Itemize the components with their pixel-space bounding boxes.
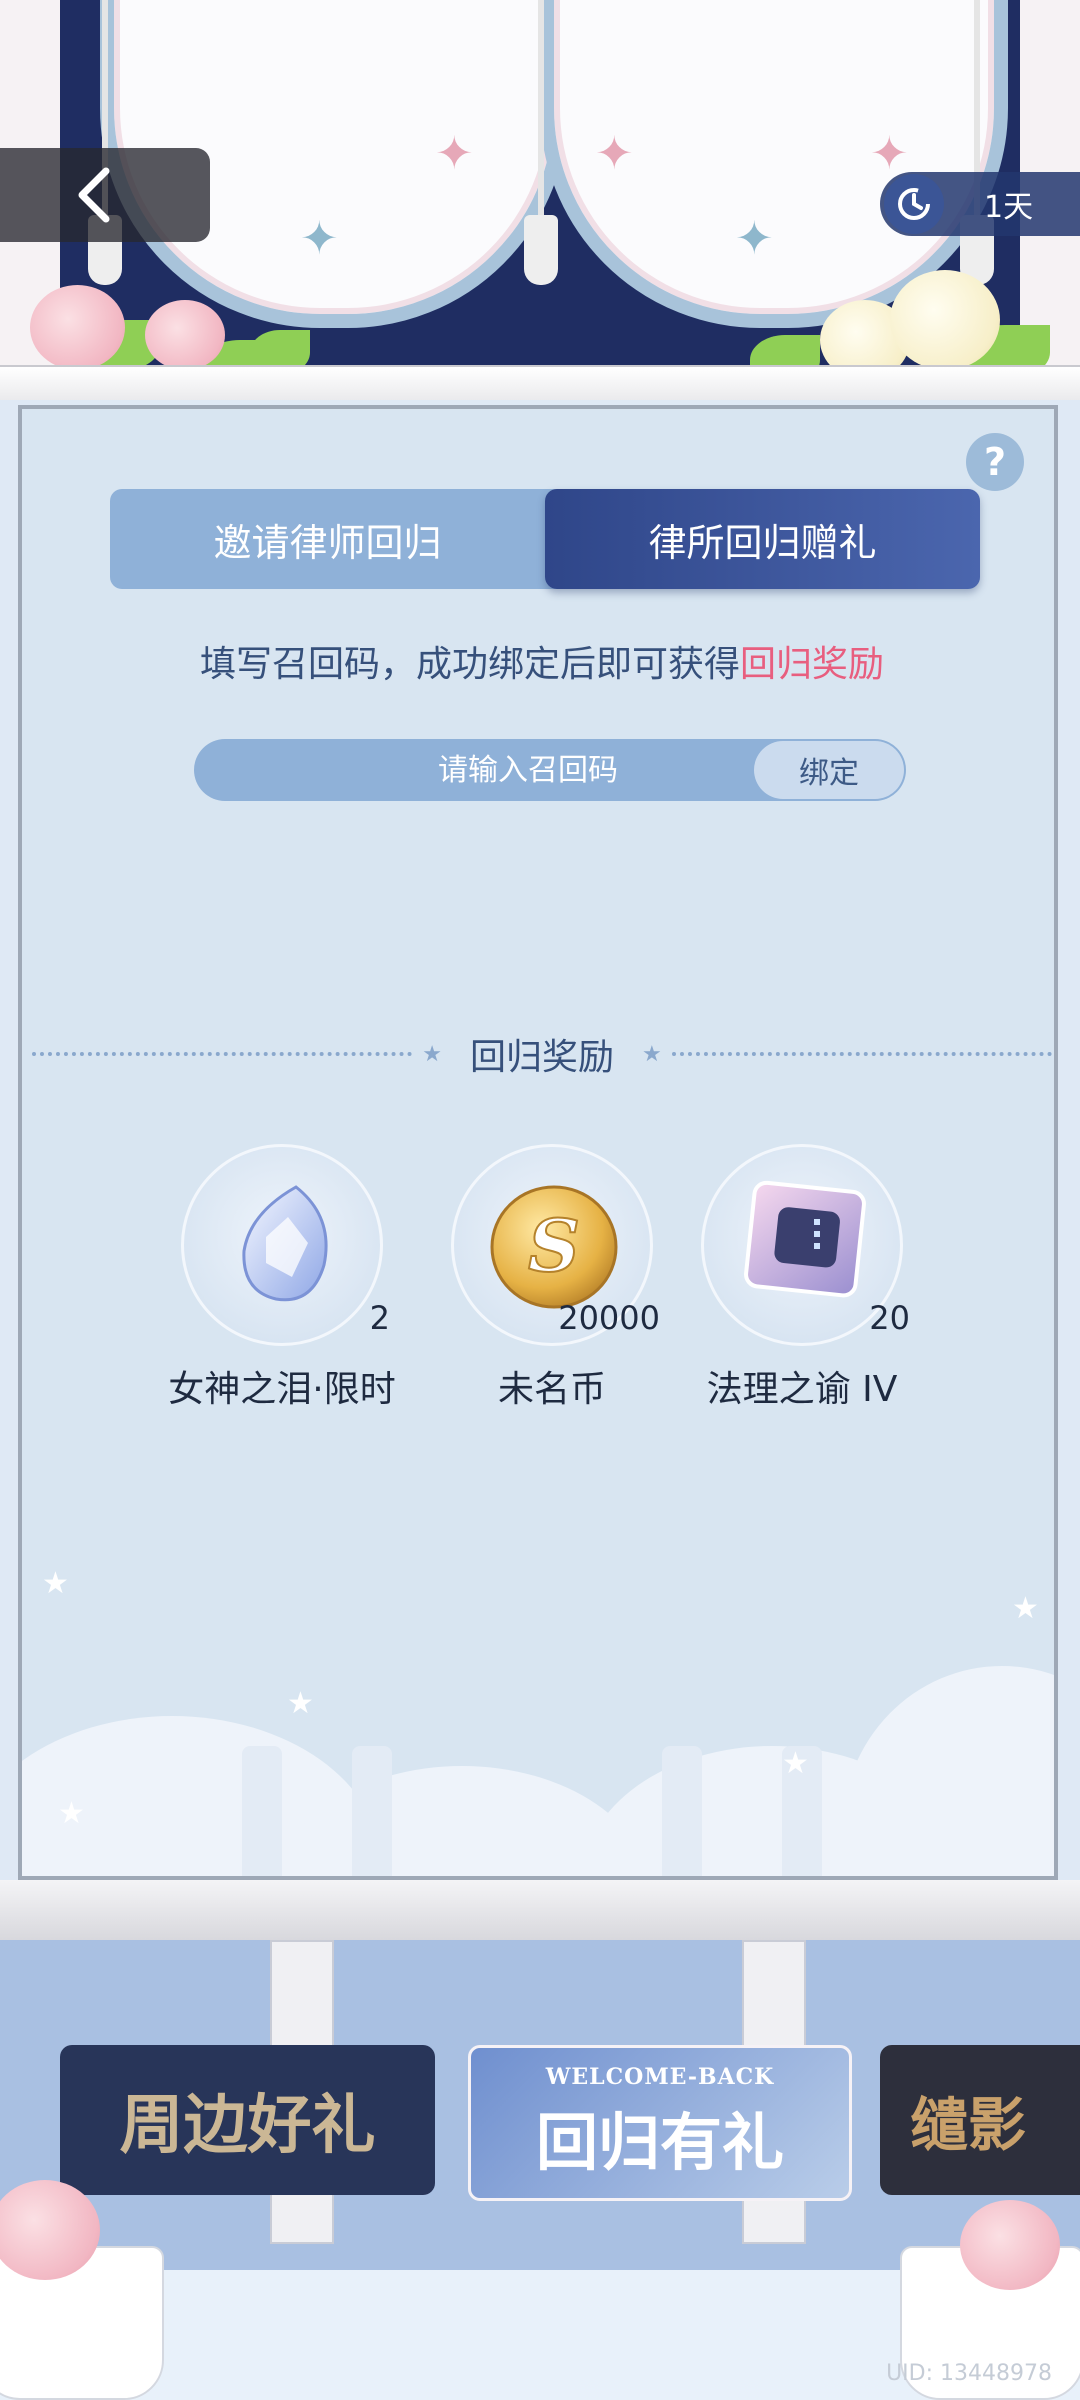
divider — [671, 1052, 1053, 1056]
star-decoration: ✦ — [735, 211, 774, 265]
bind-description: 填写召回码，成功绑定后即可获得回归奖励 — [22, 635, 1062, 687]
reward-count: 20 — [869, 1299, 910, 1337]
star-icon: ★ — [422, 1041, 442, 1067]
banner-label: 回归有礼 — [535, 2106, 784, 2179]
star-decoration: ✦ — [870, 126, 909, 180]
description-text: 填写召回码，成功绑定后即可获得 — [199, 644, 740, 685]
reward-count: 20000 — [558, 1299, 660, 1337]
sparkle-icon: ★ — [287, 1686, 314, 1721]
chevron-left-icon — [78, 167, 110, 223]
pillar — [352, 1746, 392, 1876]
bind-button[interactable]: 绑定 — [754, 741, 904, 799]
banner-merch-gift[interactable]: 周边好礼 — [60, 2045, 435, 2195]
tab-bar: 邀请律师回归 律所回归赠礼 — [110, 489, 980, 589]
back-button[interactable] — [0, 148, 210, 242]
divider — [32, 1052, 413, 1056]
star-icon: ★ — [642, 1041, 662, 1067]
section-title: 回归奖励 — [470, 1037, 615, 1078]
tab-return-gift[interactable]: 律所回归赠礼 — [545, 489, 980, 589]
sparkle-icon: ★ — [58, 1796, 85, 1831]
reward-icon-frame: S 20000 — [451, 1144, 660, 1346]
bottom-sill — [0, 1880, 1080, 1943]
description-highlight: 回归奖励 — [740, 644, 885, 685]
pillar — [662, 1746, 702, 1876]
clock-icon — [884, 174, 944, 234]
banner-third[interactable]: 缱影 — [880, 2045, 1080, 2195]
timer-text: 1天 — [984, 190, 1034, 225]
banner-label: 缱影 — [910, 2091, 1027, 2159]
rose-decoration — [960, 2200, 1060, 2290]
recall-code-form: 绑定 — [194, 738, 906, 802]
reward-item[interactable]: S 20000 未名币 — [422, 1144, 682, 1412]
reward-icon-frame: 20 — [701, 1144, 910, 1346]
sparkle-icon: ★ — [42, 1566, 69, 1601]
tab-invite-lawyer[interactable]: 邀请律师回归 — [110, 489, 545, 589]
banner-welcome-back[interactable]: WELCOME-BACK 回归有礼 — [468, 2045, 852, 2201]
sparkle-icon: ★ — [1012, 1591, 1039, 1626]
reward-list: 2 女神之泪·限时 S 20000 未名币 20 法理之谕 IV — [152, 1144, 952, 1424]
uid-label: UID: 13448978 — [886, 2361, 1052, 2386]
banner-subtitle: WELCOME-BACK — [545, 2064, 775, 2090]
main-panel: ? 邀请律师回归 律所回归赠礼 填写召回码，成功绑定后即可获得回归奖励 绑定 ★… — [18, 405, 1058, 1880]
rewards-section-header: ★ 回归奖励 ★ — [22, 1029, 1062, 1079]
recall-code-input[interactable] — [194, 738, 754, 802]
tassel-decoration — [524, 0, 558, 285]
banner-label: 周边好礼 — [119, 2088, 376, 2163]
rose-decoration — [145, 300, 225, 370]
remaining-time-badge: 1天 — [880, 172, 1080, 236]
reward-name: 女神之泪·限时 — [168, 1369, 396, 1410]
sparkle-icon: ★ — [782, 1746, 809, 1781]
reward-item[interactable]: 2 女神之泪·限时 — [152, 1144, 412, 1412]
help-icon[interactable]: ? — [966, 433, 1024, 491]
cloud — [842, 1666, 1054, 1876]
pillar — [242, 1746, 282, 1876]
reward-name: 法理之谕 IV — [706, 1369, 898, 1410]
crystal-tear-icon — [242, 1185, 328, 1302]
star-decoration: ✦ — [435, 126, 474, 180]
cloud-decoration: ★ ★ ★ ★ ★ — [22, 1546, 1054, 1876]
reward-count: 2 — [369, 1299, 390, 1337]
bottom-scene: 周边好礼 WELCOME-BACK 回归有礼 缱影 UID: 13448978 — [0, 1880, 1080, 2400]
star-decoration: ✦ — [595, 126, 634, 180]
header-window-scene: ✦ ✦ ✦ ✦ ✦ 1天 — [0, 0, 1080, 400]
reward-icon-frame: 2 — [181, 1144, 390, 1346]
reward-name: 未名币 — [497, 1369, 606, 1410]
rose-decoration — [30, 285, 125, 370]
window-sill — [0, 365, 1080, 400]
rose-decoration — [890, 270, 1000, 370]
reward-item[interactable]: 20 法理之谕 IV — [672, 1144, 932, 1412]
star-decoration: ✦ — [300, 211, 339, 265]
svg-text:S: S — [528, 1203, 580, 1288]
